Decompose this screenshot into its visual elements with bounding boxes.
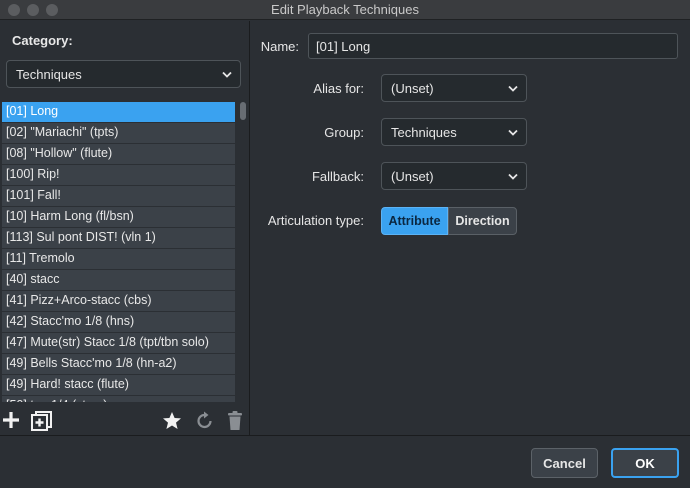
ok-button[interactable]: OK — [611, 448, 679, 478]
list-item[interactable]: [100] Rip! — [2, 165, 235, 185]
articulation-attribute-toggle[interactable]: Attribute — [381, 207, 448, 235]
title-bar: Edit Playback Techniques — [0, 0, 690, 20]
add-icon[interactable] — [2, 411, 22, 431]
list-item[interactable]: [10] Harm Long (fl/bsn) — [2, 207, 235, 227]
reset-icon[interactable] — [195, 411, 215, 431]
fallback-select[interactable]: (Unset) — [381, 162, 527, 190]
star-icon[interactable] — [162, 411, 182, 431]
list-item[interactable]: [08] "Hollow" (flute) — [2, 144, 235, 164]
name-field[interactable]: [01] Long — [308, 33, 678, 59]
cancel-button[interactable]: Cancel — [531, 448, 598, 478]
list-item[interactable]: [02] "Mariachi" (tpts) — [2, 123, 235, 143]
chevron-down-icon — [508, 129, 518, 138]
name-label: Name: — [260, 39, 299, 54]
chevron-down-icon — [222, 71, 232, 80]
list-item[interactable]: [50] ten 1/4 (strgs) — [2, 396, 235, 402]
list-item[interactable]: [47] Mute(str) Stacc 1/8 (tpt/tbn solo) — [2, 333, 235, 353]
chevron-down-icon — [508, 173, 518, 182]
list-item[interactable]: [40] stacc — [2, 270, 235, 290]
list-item[interactable]: [49] Bells Stacc'mo 1/8 (hn-a2) — [2, 354, 235, 374]
list-item[interactable]: [101] Fall! — [2, 186, 235, 206]
list-item[interactable]: [01] Long — [2, 102, 235, 122]
alias-select-value: (Unset) — [391, 81, 434, 96]
list-item[interactable]: [11] Tremolo — [2, 249, 235, 269]
trash-icon[interactable] — [226, 411, 246, 431]
window-title: Edit Playback Techniques — [271, 2, 419, 17]
group-select[interactable]: Techniques — [381, 118, 527, 146]
fallback-select-value: (Unset) — [391, 169, 434, 184]
chevron-down-icon — [508, 85, 518, 94]
list-item[interactable]: [113] Sul pont DIST! (vln 1) — [2, 228, 235, 248]
group-label: Group: — [324, 125, 364, 140]
category-panel: Category: Techniques [01] Long [02] "Mari… — [0, 21, 250, 435]
articulation-type-label: Articulation type: — [267, 213, 364, 228]
group-select-value: Techniques — [391, 125, 457, 140]
fallback-label: Fallback: — [311, 169, 364, 184]
duplicate-icon[interactable] — [31, 411, 52, 431]
list-scrollbar[interactable] — [238, 102, 248, 402]
category-label: Category: — [12, 33, 73, 48]
list-item[interactable]: [41] Pizz+Arco-stacc (cbs) — [2, 291, 235, 311]
list-item[interactable]: [49] Hard! stacc (flute) — [2, 375, 235, 395]
articulation-direction-toggle[interactable]: Direction — [448, 207, 517, 235]
list-item[interactable]: [42] Stacc'mo 1/8 (hns) — [2, 312, 235, 332]
scrollbar-thumb[interactable] — [240, 102, 246, 120]
alias-select[interactable]: (Unset) — [381, 74, 527, 102]
category-select-value: Techniques — [16, 67, 82, 82]
category-select[interactable]: Techniques — [6, 60, 241, 88]
technique-list[interactable]: [01] Long [02] "Mariachi" (tpts) [08] "Hol… — [0, 102, 237, 402]
alias-label: Alias for: — [313, 81, 364, 96]
